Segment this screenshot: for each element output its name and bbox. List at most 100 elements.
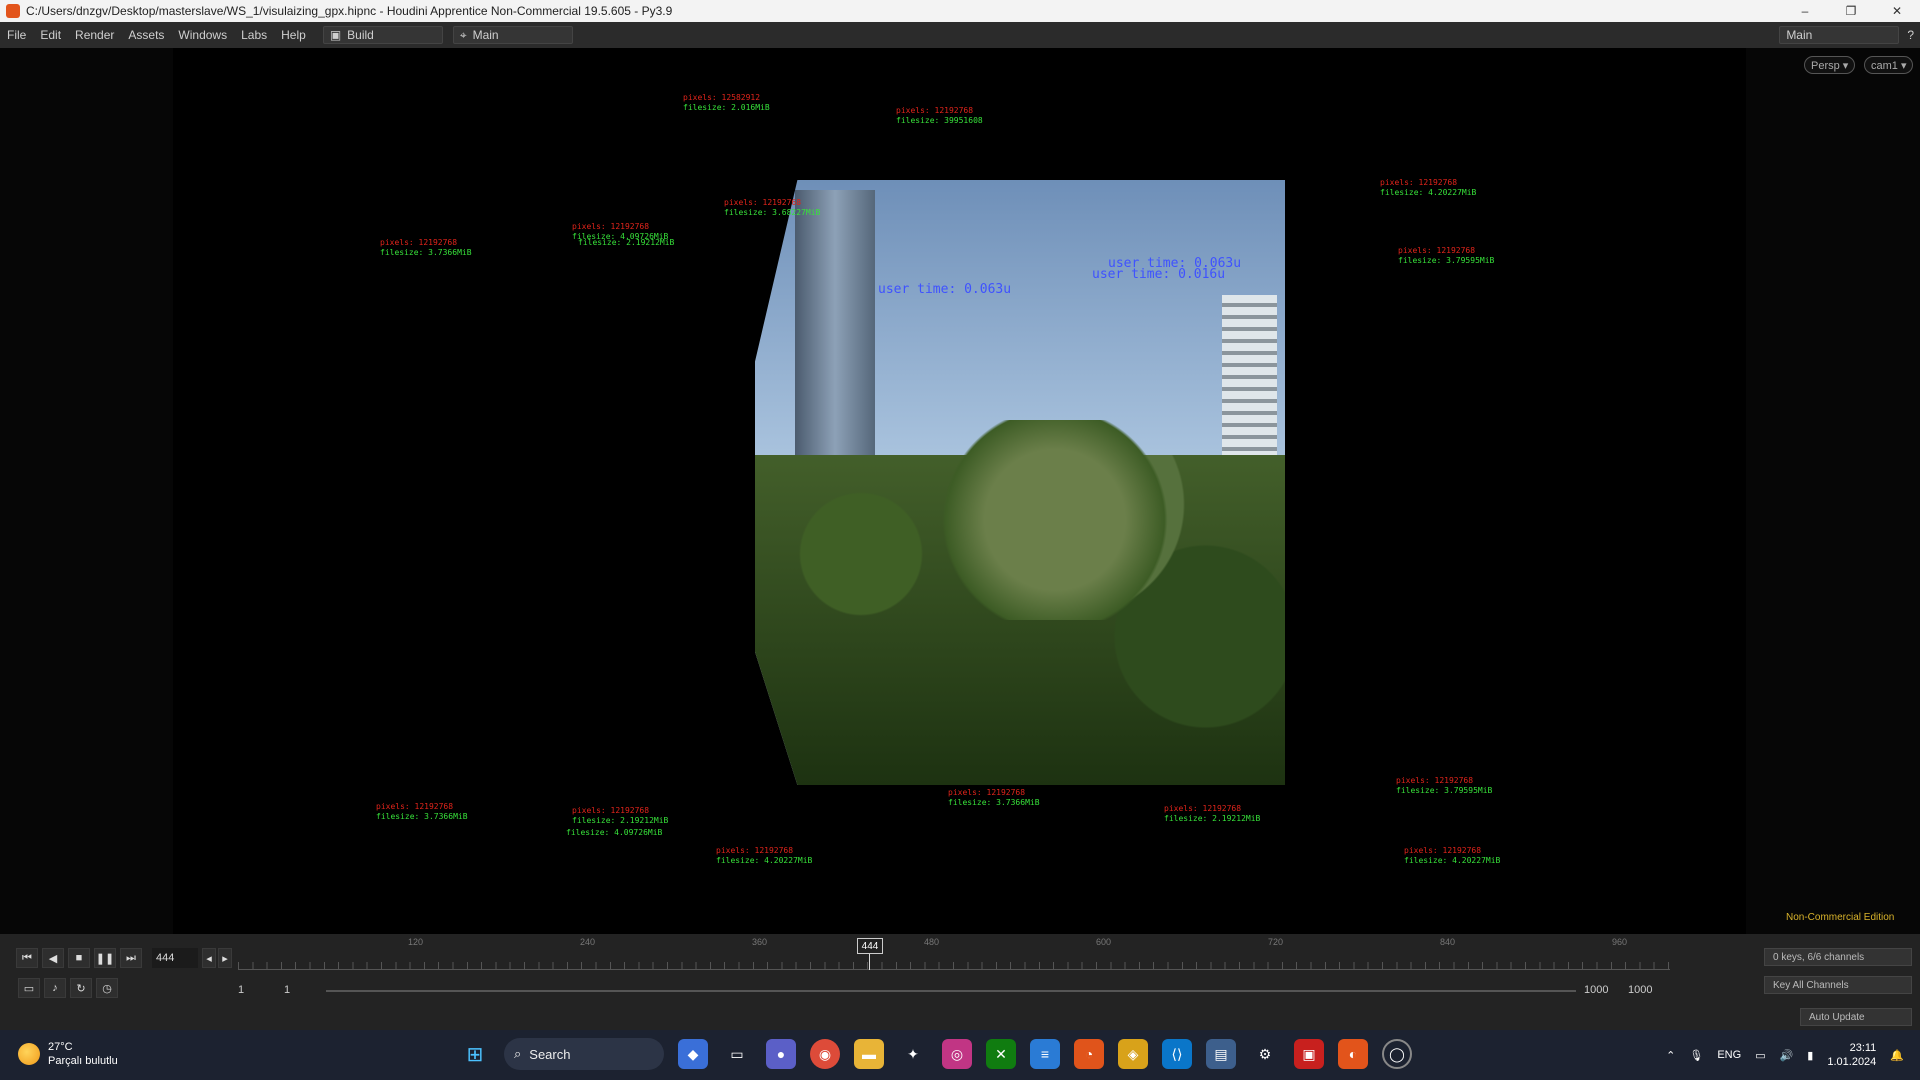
- audio-icon[interactable]: ♪: [44, 978, 66, 998]
- minimize-button[interactable]: –: [1782, 0, 1828, 22]
- overlay-label: filesize: 2.19212MiB: [578, 238, 675, 247]
- search-label: Search: [529, 1046, 571, 1062]
- vscode-icon[interactable]: ⟨⟩: [1162, 1039, 1192, 1069]
- play-reverse-button[interactable]: ◀: [42, 948, 64, 968]
- chevron-up-icon[interactable]: ⌃: [1666, 1049, 1675, 1062]
- range-end-field[interactable]: 1000: [1584, 984, 1608, 996]
- microphone-icon[interactable]: 🎙: [1689, 1049, 1703, 1062]
- menu-bar: File Edit Render Assets Windows Labs Hel…: [0, 22, 1920, 48]
- battery-icon[interactable]: ▮: [1807, 1049, 1813, 1062]
- overlay-label: pixels: 12192768 filesize: 3.7366MiB: [380, 238, 472, 257]
- overlay-label: pixels: 12192768 filesize: 4.20227MiB: [1404, 846, 1501, 865]
- weather-icon: [18, 1043, 40, 1065]
- clock[interactable]: 23:11 1.01.2024: [1827, 1041, 1876, 1069]
- current-frame-field[interactable]: 444: [152, 948, 198, 968]
- jump-start-button[interactable]: ⏮: [16, 948, 38, 968]
- range-end-field-2[interactable]: 1000: [1628, 984, 1652, 996]
- teams-icon[interactable]: ●: [766, 1039, 796, 1069]
- language-indicator[interactable]: ENG: [1717, 1049, 1741, 1061]
- notification-icon[interactable]: 🔔: [1890, 1049, 1904, 1062]
- timeline-tick: 720: [1268, 937, 1284, 947]
- stop-button[interactable]: ■: [68, 948, 90, 968]
- timeline-tick: 360: [752, 937, 768, 947]
- window-title: C:/Users/dnzgv/Desktop/masterslave/WS_1/…: [26, 4, 673, 18]
- chrome-icon[interactable]: ◉: [810, 1039, 840, 1069]
- help-icon[interactable]: ?: [1907, 28, 1914, 42]
- weather-condition: Parçalı bulutlu: [48, 1055, 118, 1067]
- app-icon[interactable]: ◈: [1118, 1039, 1148, 1069]
- menu-render[interactable]: Render: [68, 28, 121, 42]
- menu-labs[interactable]: Labs: [234, 28, 274, 42]
- non-commercial-label: Non-Commercial Edition: [1786, 912, 1895, 923]
- houdini-taskbar-icon[interactable]: ◐: [1338, 1039, 1368, 1069]
- range-start-field-2[interactable]: 1: [284, 984, 290, 996]
- system-tray: ⌃ 🎙 ENG ▭ 🔊 ▮ 23:11 1.01.2024 🔔: [1666, 1040, 1904, 1070]
- overlay-label: pixels: 12192768 filesize: 3.68227MiB: [724, 198, 821, 217]
- loop-icon[interactable]: ↻: [70, 978, 92, 998]
- camera-menu[interactable]: cam1 ▾: [1864, 56, 1914, 74]
- overlay-label: pixels: 12192768 filesize: 3.7366MiB: [948, 788, 1040, 807]
- menu-edit[interactable]: Edit: [33, 28, 68, 42]
- user-time-label: user time: 0.063u: [878, 282, 1012, 297]
- network-icon[interactable]: ▭: [1755, 1049, 1765, 1062]
- key-all-channels-button[interactable]: Key All Channels: [1764, 976, 1912, 994]
- left-panel: [0, 48, 173, 934]
- xbox-icon[interactable]: ✕: [986, 1039, 1016, 1069]
- instagram-icon[interactable]: ◎: [942, 1039, 972, 1069]
- close-button[interactable]: ✕: [1874, 0, 1920, 22]
- realtime-icon[interactable]: ▭: [18, 978, 40, 998]
- timeline-tick: 120: [408, 937, 424, 947]
- date: 1.01.2024: [1827, 1056, 1877, 1068]
- timeline-tick: 240: [580, 937, 596, 947]
- notepad-icon[interactable]: ≡: [1030, 1039, 1060, 1069]
- widgets-icon[interactable]: ◆: [678, 1039, 708, 1069]
- persp-menu[interactable]: Persp ▾: [1804, 56, 1856, 74]
- overlay-label: pixels: 12192768 filesize: 4.20227MiB: [1380, 178, 1477, 197]
- weather-widget[interactable]: 27°C Parçalı bulutlu: [18, 1040, 118, 1068]
- temperature: 27°C: [48, 1041, 73, 1053]
- app-icon[interactable]: ✦: [898, 1039, 928, 1069]
- range-slider[interactable]: [326, 990, 1576, 992]
- desktop-selector[interactable]: ▣ Build: [322, 26, 443, 44]
- menu-assets[interactable]: Assets: [121, 28, 171, 42]
- range-start-field[interactable]: 1: [238, 984, 244, 996]
- time: 23:11: [1849, 1042, 1877, 1054]
- task-view-icon[interactable]: ▭: [722, 1039, 752, 1069]
- settings-icon[interactable]: ⚙: [1250, 1039, 1280, 1069]
- right-desk-label: Main: [1786, 28, 1813, 42]
- timeline-tick: 480: [924, 937, 940, 947]
- keys-channels-status[interactable]: 0 keys, 6/6 channels: [1764, 948, 1912, 966]
- volume-icon[interactable]: 🔊: [1780, 1049, 1794, 1062]
- right-desk-selector[interactable]: Main: [1779, 26, 1900, 44]
- overlay-label: filesize: 4.09726MiB: [566, 828, 663, 837]
- pause-button[interactable]: ❚❚: [94, 948, 116, 968]
- auto-update-button[interactable]: Auto Update: [1800, 1008, 1912, 1026]
- overlay-label: pixels: 12192768 filesize: 39951608: [896, 106, 983, 125]
- app-icon[interactable]: ◔: [1074, 1039, 1104, 1069]
- overlay-label: pixels: 12192768 filesize: 3.79595MiB: [1398, 246, 1495, 265]
- step-back-button[interactable]: ◂: [202, 948, 216, 968]
- app-icon[interactable]: ▣: [1294, 1039, 1324, 1069]
- menu-windows[interactable]: Windows: [171, 28, 234, 42]
- menu-file[interactable]: File: [0, 28, 33, 42]
- step-forward-button[interactable]: ▸: [218, 948, 232, 968]
- right-panel: [1746, 48, 1920, 934]
- start-icon[interactable]: ⊞: [460, 1039, 490, 1069]
- app-icon[interactable]: ◯: [1382, 1039, 1412, 1069]
- timeline-ruler[interactable]: [238, 940, 1670, 970]
- file-explorer-icon[interactable]: ▬: [854, 1039, 884, 1069]
- menu-help[interactable]: Help: [274, 28, 313, 42]
- viewset-selector[interactable]: ⌖ Main: [452, 26, 573, 44]
- search-icon: ⌕: [514, 1046, 522, 1061]
- maximize-button[interactable]: ❐: [1828, 0, 1874, 22]
- taskbar-search[interactable]: ⌕ Search: [504, 1038, 664, 1070]
- app-icon[interactable]: ▤: [1206, 1039, 1236, 1069]
- overlay-label: pixels: 12192768 filesize: 2.19212MiB: [572, 806, 669, 825]
- timeline-cursor[interactable]: 444: [857, 938, 883, 954]
- jump-end-button[interactable]: ⏭: [120, 948, 142, 968]
- overlay-label: pixels: 12192768 filesize: 2.19212MiB: [1164, 804, 1261, 823]
- overlay-label: pixels: 12192768 filesize: 3.7366MiB: [376, 802, 468, 821]
- clock-icon[interactable]: ◷: [96, 978, 118, 998]
- crosshair-icon: ⌖: [459, 27, 467, 42]
- overlay-label: pixels: 12582912 filesize: 2.016MiB: [683, 93, 770, 112]
